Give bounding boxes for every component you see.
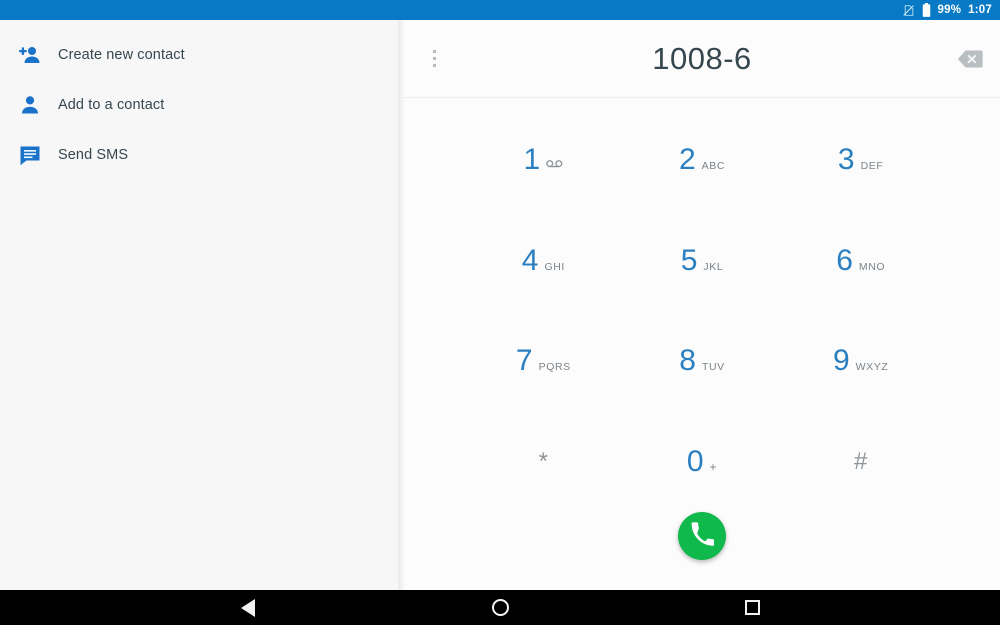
dial-key-digit: 7 — [515, 344, 533, 378]
dial-key-8[interactable]: 8 TUV — [623, 346, 782, 376]
dial-key-digit: 8 — [679, 344, 696, 378]
keypad-row: * 0 + # — [464, 412, 940, 513]
dial-key-letters: MNO — [858, 260, 886, 273]
back-button[interactable] — [185, 590, 311, 625]
call-button-row — [404, 512, 1000, 590]
sidebar-item-send-sms[interactable]: Send SMS — [0, 130, 404, 180]
sidebar-item-add-to-a-contact[interactable]: Add to a contact — [0, 80, 404, 130]
dial-key-digit: 6 — [836, 243, 853, 277]
dialer-screen: 99% 1:07 Create new contact Add to a con… — [0, 0, 1000, 625]
phone-call-icon — [690, 521, 715, 551]
dial-key-star[interactable]: * — [464, 447, 623, 475]
battery-full-icon — [922, 3, 931, 17]
keypad: 1 2 ABC 3 DEF 4 GHI 5 JKL 6 MNO 7 PQRS 8… — [404, 98, 1000, 512]
keypad-row: 4 GHI 5 JKL 6 MNO — [464, 211, 940, 312]
clock: 1:07 — [968, 4, 992, 16]
message-icon — [18, 143, 42, 167]
keypad-row: 7 PQRS 8 TUV 9 WXYZ — [464, 311, 940, 412]
dial-key-digit: 1 — [523, 143, 541, 177]
dial-key-digit: 2 — [678, 143, 696, 177]
dial-key-plus: + — [709, 459, 718, 474]
more-options-icon[interactable] — [420, 41, 448, 77]
number-display-bar: 1008-6 — [404, 20, 1000, 98]
dial-key-digit: 3 — [837, 143, 855, 177]
person-add-icon — [18, 43, 42, 67]
person-icon — [18, 93, 42, 117]
dial-key-letters: DEF — [860, 160, 884, 173]
sidebar-item-label: Add to a contact — [58, 97, 165, 113]
actions-sidebar: Create new contact Add to a contact Send… — [0, 20, 404, 590]
dial-key-7[interactable]: 7 PQRS — [464, 346, 623, 376]
status-bar: 99% 1:07 — [0, 0, 1000, 20]
sidebar-item-create-new-contact[interactable]: Create new contact — [0, 30, 404, 80]
dial-key-9[interactable]: 9 WXYZ — [781, 346, 940, 376]
sim-disabled-icon — [902, 4, 915, 17]
dial-key-3[interactable]: 3 DEF — [781, 145, 940, 175]
dial-key-letters: ABC — [701, 160, 726, 173]
sidebar-item-label: Send SMS — [58, 147, 129, 163]
dial-key-0[interactable]: 0 + — [623, 444, 782, 478]
dial-key-digit: * — [538, 447, 548, 475]
dial-key-letters: JKL — [703, 260, 724, 273]
dialed-number[interactable]: 1008-6 — [404, 41, 1000, 77]
dial-key-letters: PQRS — [538, 361, 571, 374]
dial-key-1[interactable]: 1 — [464, 145, 623, 175]
home-button[interactable] — [437, 590, 563, 625]
dial-key-2[interactable]: 2 ABC — [623, 145, 782, 175]
square-recents-icon — [744, 600, 760, 615]
dial-key-letters: TUV — [701, 361, 725, 374]
call-button[interactable] — [678, 512, 726, 560]
dial-key-letters: GHI — [544, 260, 565, 273]
dial-key-digit: 5 — [680, 243, 698, 277]
sidebar-item-label: Create new contact — [58, 47, 185, 63]
dial-key-digit: # — [854, 447, 868, 475]
main-content: Create new contact Add to a contact Send… — [0, 20, 1000, 590]
voicemail-icon — [546, 159, 563, 169]
recents-button[interactable] — [689, 590, 815, 625]
dial-key-digit: 9 — [832, 344, 850, 378]
dial-key-5[interactable]: 5 JKL — [623, 243, 782, 277]
dial-key-digit: 0 — [686, 444, 704, 478]
dial-key-4[interactable]: 4 GHI — [464, 243, 623, 277]
dial-key-letters: WXYZ — [855, 361, 889, 374]
circle-home-icon — [491, 599, 509, 616]
keypad-row: 1 2 ABC 3 DEF — [464, 110, 940, 211]
dial-key-hash[interactable]: # — [781, 447, 940, 475]
android-navigation-bar — [0, 590, 1000, 625]
battery-percent: 99% — [937, 4, 962, 16]
dial-key-6[interactable]: 6 MNO — [781, 243, 940, 277]
dialpad-panel: 1008-6 1 2 ABC 3 DEF 4 GHI 5 JKL 6 MNO 7… — [404, 20, 1000, 590]
dial-key-digit: 4 — [521, 243, 539, 277]
backspace-icon[interactable] — [952, 41, 988, 77]
triangle-back-icon — [241, 598, 255, 617]
